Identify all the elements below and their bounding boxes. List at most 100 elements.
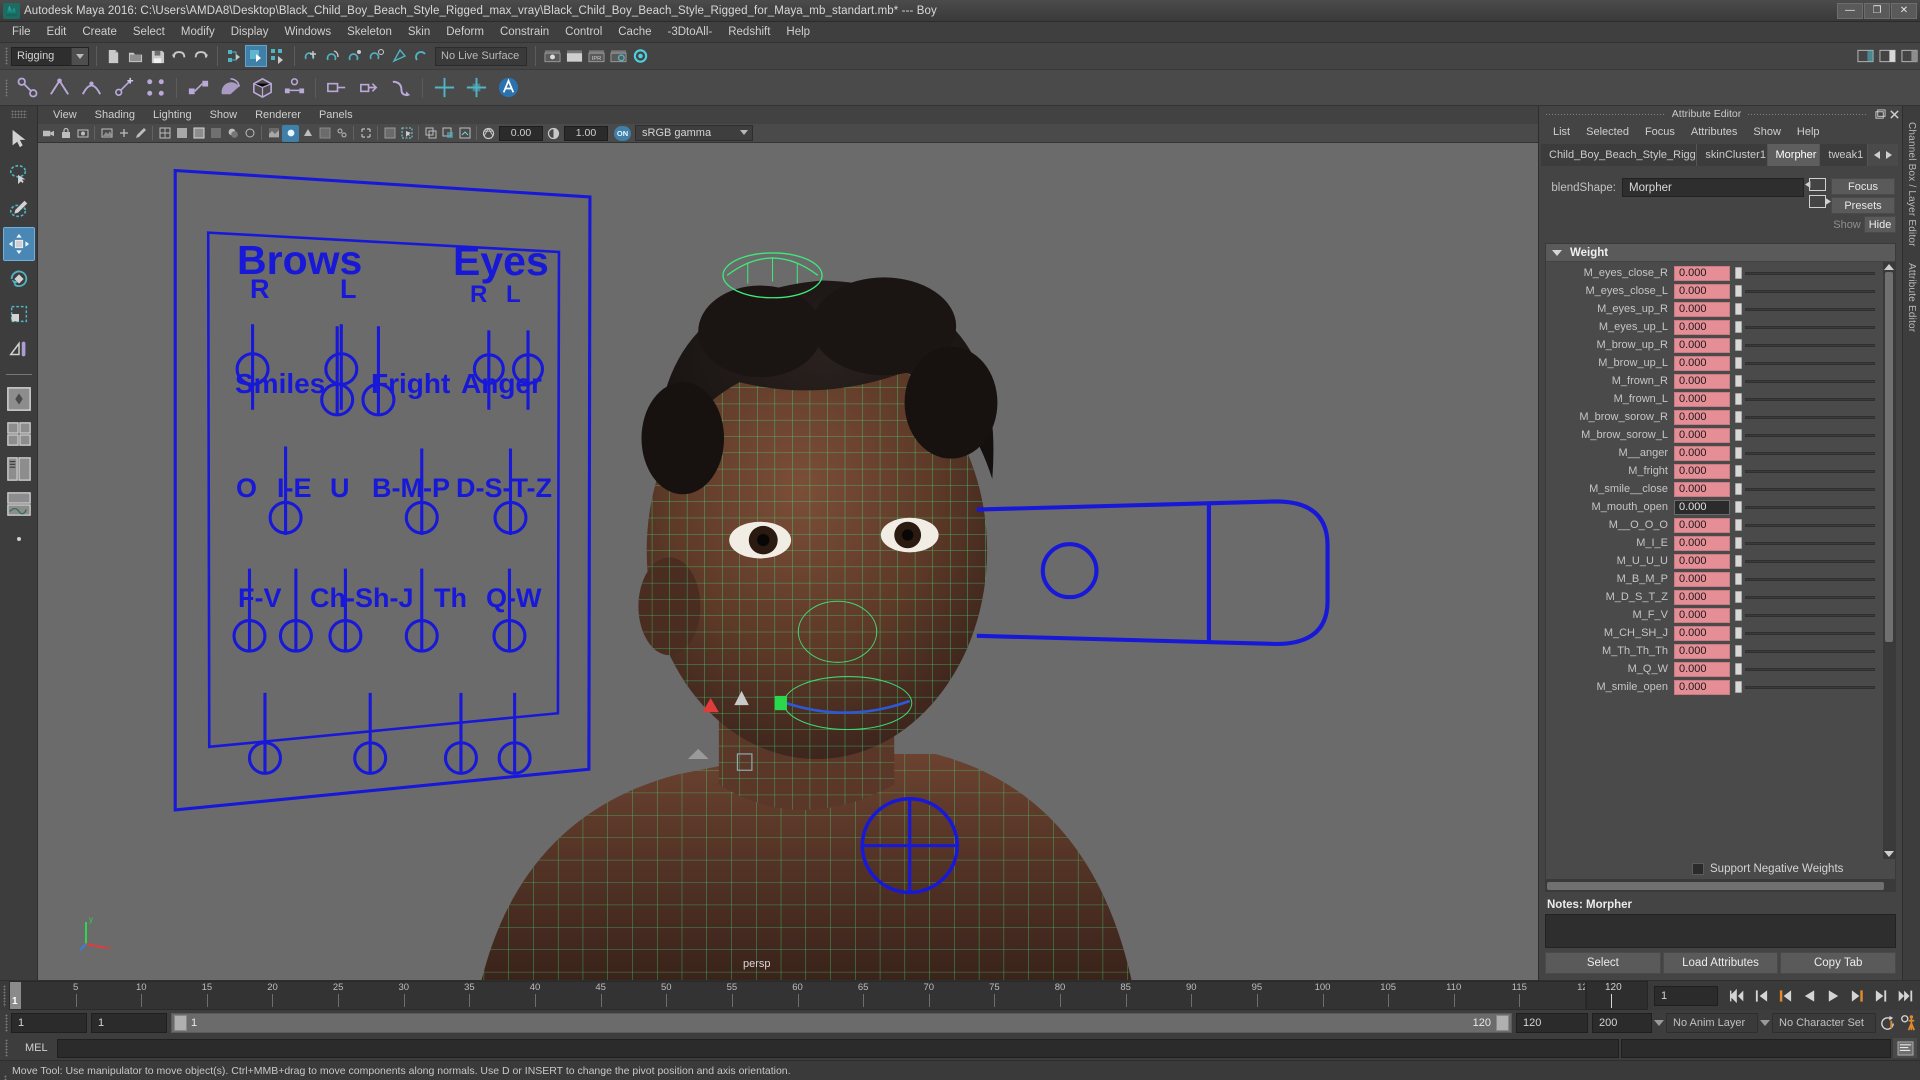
weight-slider[interactable]: [1735, 536, 1879, 550]
weight-slider[interactable]: [1735, 482, 1879, 496]
shadows-icon[interactable]: [224, 125, 241, 142]
weight-slider[interactable]: [1735, 392, 1879, 406]
weight-slider[interactable]: [1735, 572, 1879, 586]
weight-slider[interactable]: [1735, 374, 1879, 388]
textured-mode-icon[interactable]: [265, 125, 282, 142]
weight-value-field[interactable]: 0.000: [1674, 499, 1730, 515]
render-settings-icon[interactable]: [607, 45, 629, 67]
panel-menu-item-view[interactable]: View: [44, 108, 86, 122]
move-tool-icon[interactable]: [2, 227, 35, 261]
snap-to-view-plane-icon[interactable]: [388, 45, 410, 67]
interactive-bind-icon[interactable]: [278, 72, 310, 104]
sidebar-channelbox-toggle-icon[interactable]: [1854, 45, 1876, 67]
menu-item-skeleton[interactable]: Skeleton: [339, 24, 400, 40]
attribute-horizontal-scrollbar[interactable]: [1545, 880, 1896, 892]
weight-section-header[interactable]: Weight: [1546, 244, 1895, 262]
attr-menu-item-list[interactable]: List: [1545, 125, 1578, 139]
layout-single-view-icon[interactable]: [3, 382, 35, 416]
smooth-shade-icon[interactable]: [173, 125, 190, 142]
color-management-toggle[interactable]: ON: [614, 125, 631, 141]
minimize-button[interactable]: —: [1837, 2, 1863, 19]
support-negative-weights-checkbox[interactable]: [1692, 863, 1704, 875]
vertical-tab-channel-box-layer-editor[interactable]: Channel Box / Layer Editor: [1906, 114, 1917, 255]
menuset-mode-dropdown[interactable]: Rigging: [11, 46, 89, 66]
redo-icon[interactable]: [190, 45, 212, 67]
weight-slider[interactable]: [1735, 320, 1879, 334]
animation-preferences-icon[interactable]: [1898, 1012, 1920, 1034]
weight-value-field[interactable]: 0.000: [1674, 553, 1730, 569]
slider-thumb[interactable]: [1735, 321, 1742, 333]
menu-item-display[interactable]: Display: [223, 24, 277, 40]
lock-camera-icon[interactable]: [57, 125, 74, 142]
slider-thumb[interactable]: [1735, 285, 1742, 297]
slider-thumb[interactable]: [1735, 375, 1742, 387]
weight-slider[interactable]: [1735, 410, 1879, 424]
duplicate-view-icon[interactable]: [422, 125, 439, 142]
hypershade-icon[interactable]: [629, 45, 651, 67]
notes-textarea[interactable]: [1545, 914, 1896, 948]
weight-slider[interactable]: [1735, 644, 1879, 658]
exposure-select-icon[interactable]: [381, 125, 398, 142]
paint-skin-weights-icon[interactable]: [214, 72, 246, 104]
weight-value-field[interactable]: 0.000: [1674, 265, 1730, 281]
slider-thumb[interactable]: [1735, 501, 1742, 513]
range-bar[interactable]: 1 120: [171, 1013, 1512, 1033]
previous-node-icon[interactable]: [1809, 178, 1826, 191]
menu-item-modify[interactable]: Modify: [173, 24, 223, 40]
character-set-field[interactable]: No Character Set: [1772, 1013, 1876, 1033]
weight-value-field[interactable]: 0.000: [1674, 661, 1730, 677]
weight-value-field[interactable]: 0.000: [1674, 517, 1730, 533]
layout-persp-graph-icon[interactable]: [3, 487, 35, 521]
command-language-label[interactable]: MEL: [11, 1042, 57, 1054]
toolbox-grip[interactable]: [10, 110, 27, 118]
attr-menu-item-selected[interactable]: Selected: [1578, 125, 1637, 139]
weight-slider[interactable]: [1735, 266, 1879, 280]
slider-thumb[interactable]: [1735, 411, 1742, 423]
attr-menu-item-help[interactable]: Help: [1789, 125, 1828, 139]
save-scene-icon[interactable]: [146, 45, 168, 67]
weight-slider[interactable]: [1735, 608, 1879, 622]
slider-thumb[interactable]: [1735, 447, 1742, 459]
cluster-deformer-icon[interactable]: [385, 72, 417, 104]
live-surface-field[interactable]: No Live Surface: [435, 46, 527, 66]
weight-slider[interactable]: [1735, 464, 1879, 478]
parent-constraint-icon[interactable]: [460, 72, 492, 104]
command-line-grip[interactable]: [2, 1037, 11, 1059]
slider-thumb[interactable]: [1735, 663, 1742, 675]
paint-select-tool-icon[interactable]: [3, 192, 35, 226]
weight-value-field[interactable]: 0.000: [1674, 409, 1730, 425]
step-forward-frame-icon[interactable]: [1846, 985, 1868, 1007]
gamma-value[interactable]: 1.00: [564, 125, 608, 141]
scroll-down-icon[interactable]: [1884, 851, 1894, 857]
weight-value-field[interactable]: 0.000: [1674, 283, 1730, 299]
close-icon[interactable]: [1888, 108, 1900, 120]
mirror-joint-icon[interactable]: [139, 72, 171, 104]
slider-thumb[interactable]: [1735, 393, 1742, 405]
menu-item-select[interactable]: Select: [125, 24, 173, 40]
shelf-grip[interactable]: [2, 77, 11, 99]
slider-thumb[interactable]: [1735, 609, 1742, 621]
attr-tab-tweak1[interactable]: tweak1: [1820, 144, 1868, 166]
menu-item-control[interactable]: Control: [557, 24, 610, 40]
attr-tab-skincluster1[interactable]: skinCluster1: [1697, 144, 1768, 166]
timeline-grip[interactable]: [0, 981, 9, 1010]
slider-thumb[interactable]: [1735, 357, 1742, 369]
copy-tab-button[interactable]: Copy Tab: [1780, 952, 1897, 974]
auto-keyframe-icon[interactable]: [1876, 1012, 1898, 1034]
ipr-render-icon[interactable]: IPR: [585, 45, 607, 67]
exposure-value[interactable]: 0.00: [499, 125, 543, 141]
menu-item-file[interactable]: File: [4, 24, 39, 40]
show-button[interactable]: Show: [1831, 216, 1863, 233]
open-scene-icon[interactable]: [124, 45, 146, 67]
render-current-frame-icon[interactable]: [563, 45, 585, 67]
slider-thumb[interactable]: [1735, 429, 1742, 441]
panel-menu-item-panels[interactable]: Panels: [310, 108, 362, 122]
weight-slider[interactable]: [1735, 302, 1879, 316]
xray-joints-icon[interactable]: [333, 125, 350, 142]
menu-item-deform[interactable]: Deform: [438, 24, 492, 40]
select-button[interactable]: Select: [1545, 952, 1661, 974]
marquee-select-icon[interactable]: [398, 125, 415, 142]
render-view-icon[interactable]: [541, 45, 563, 67]
focus-button[interactable]: Focus: [1831, 178, 1895, 195]
current-frame-field[interactable]: 1: [1654, 985, 1718, 1006]
